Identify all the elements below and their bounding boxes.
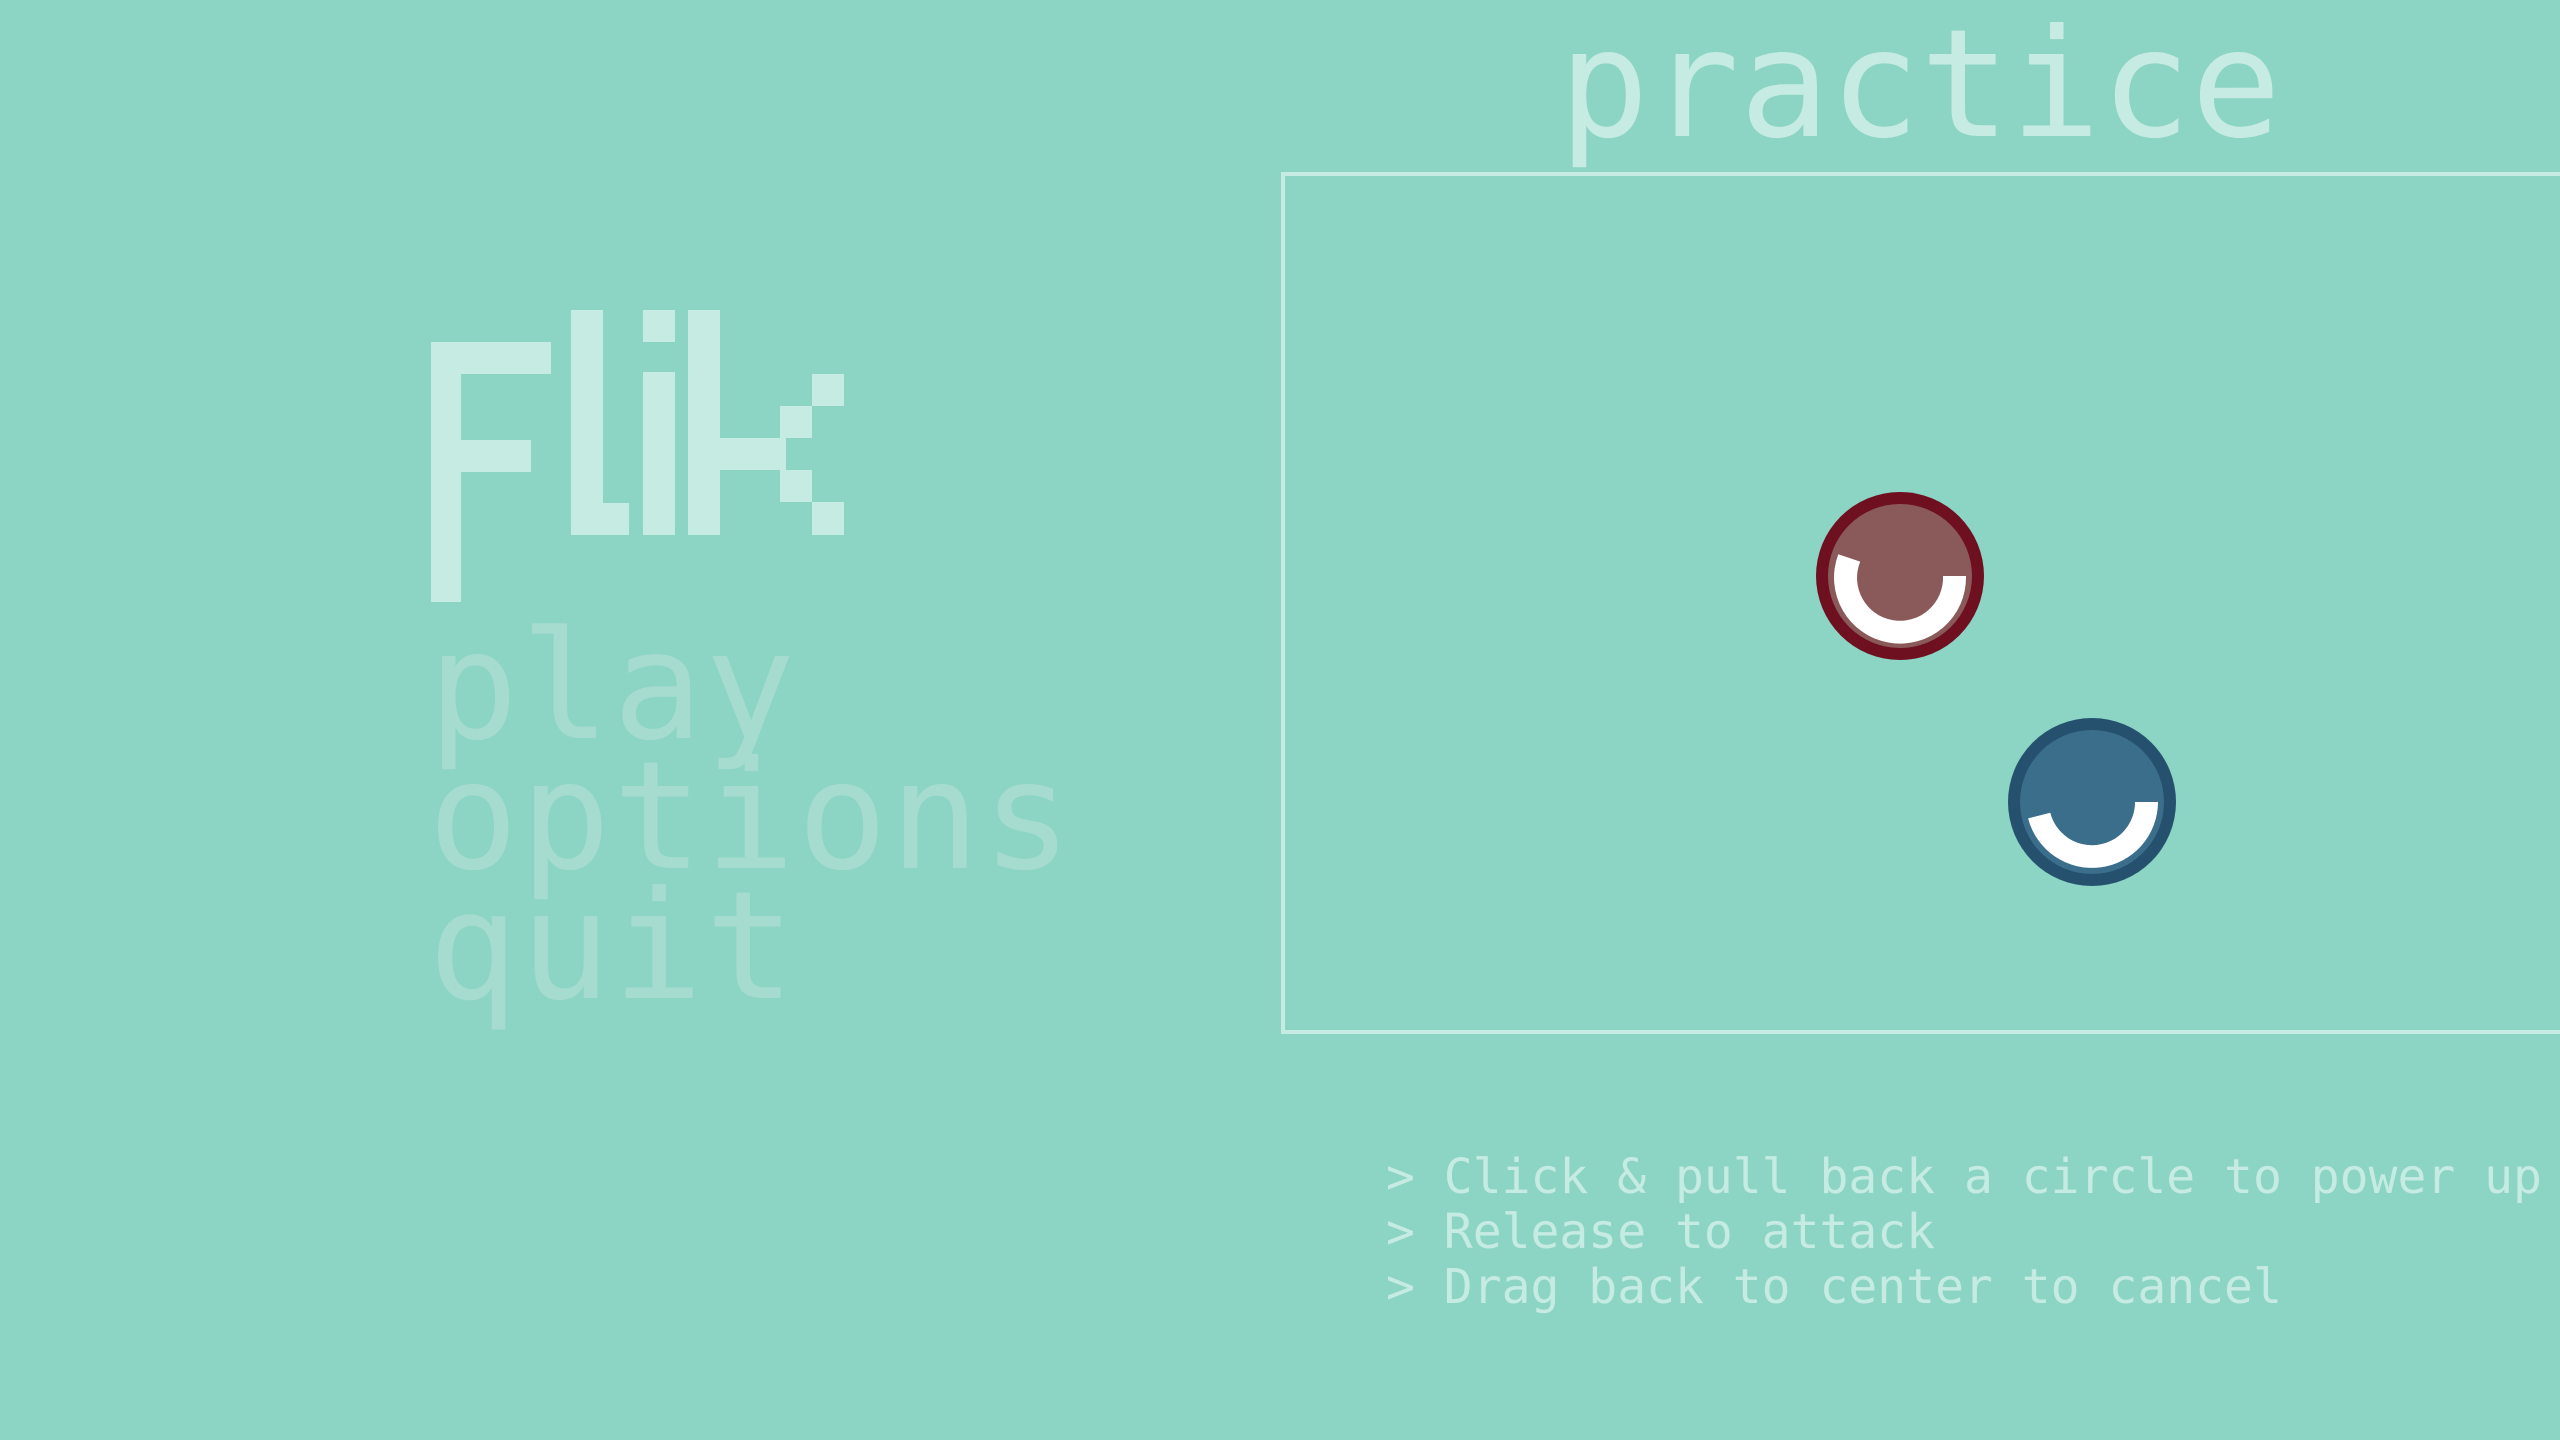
instruction-line: > Release to attack: [1386, 1204, 1936, 1260]
blue-player-circle[interactable]: [2004, 714, 2180, 890]
red-player-circle[interactable]: [1812, 488, 1988, 664]
instruction-line: > Click & pull back a circle to power up: [1386, 1149, 2542, 1205]
menu-quit-button[interactable]: quit: [428, 872, 797, 1022]
instruction-line: > Drag back to center to cancel: [1386, 1259, 2282, 1315]
practice-title: practice: [1558, 0, 2282, 172]
game-screen: play options quit practice > Click & pul…: [0, 0, 2560, 1440]
flik-logo: [431, 310, 844, 602]
instructions: > Click & pull back a circle to power up…: [1386, 1150, 2542, 1315]
